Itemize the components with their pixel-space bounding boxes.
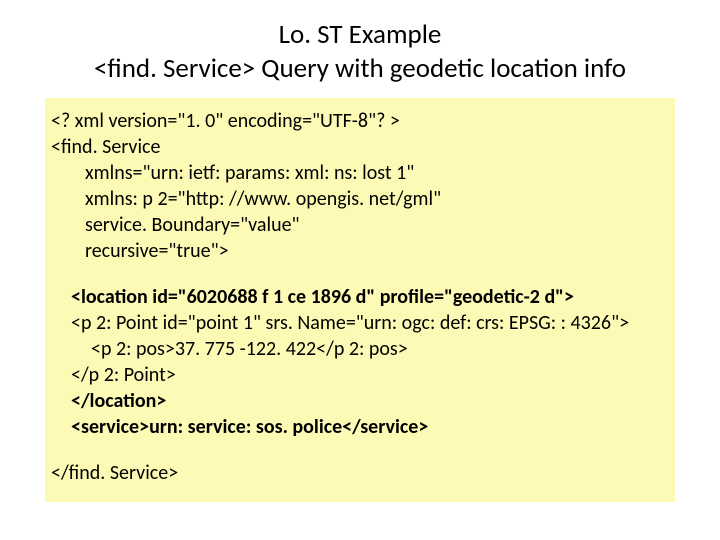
code-line: <service>urn: service: sos. police</serv… xyxy=(51,414,669,440)
blank-line xyxy=(51,264,669,284)
code-line: </location> xyxy=(51,388,669,414)
title-line-2: <find. Service> Query with geodetic loca… xyxy=(94,52,626,85)
title-line-1: Lo. ST Example xyxy=(279,18,442,51)
slide-container: Lo. ST Example <find. Service> Query wit… xyxy=(0,0,720,540)
code-line: </find. Service> xyxy=(51,460,669,486)
code-line: service. Boundary="value" xyxy=(51,212,669,238)
code-block: <? xml version="1. 0" encoding="UTF-8"? … xyxy=(45,98,675,502)
slide-title: Lo. ST Example <find. Service> Query wit… xyxy=(45,18,675,86)
code-line: <p 2: pos>37. 775 -122. 422</p 2: pos> xyxy=(51,336,669,362)
code-line: <p 2: Point id="point 1" srs. Name="urn:… xyxy=(51,310,669,336)
code-line: <find. Service xyxy=(51,134,669,160)
code-line: </p 2: Point> xyxy=(51,362,669,388)
blank-line xyxy=(51,440,669,460)
code-line: xmlns: p 2="http: //www. opengis. net/gm… xyxy=(51,186,669,212)
code-line: recursive="true"> xyxy=(51,238,669,264)
code-line: <? xml version="1. 0" encoding="UTF-8"? … xyxy=(51,108,669,134)
code-line: <location id="6020688 f 1 ce 1896 d" pro… xyxy=(51,284,669,310)
code-line: xmlns="urn: ietf: params: xml: ns: lost … xyxy=(51,160,669,186)
